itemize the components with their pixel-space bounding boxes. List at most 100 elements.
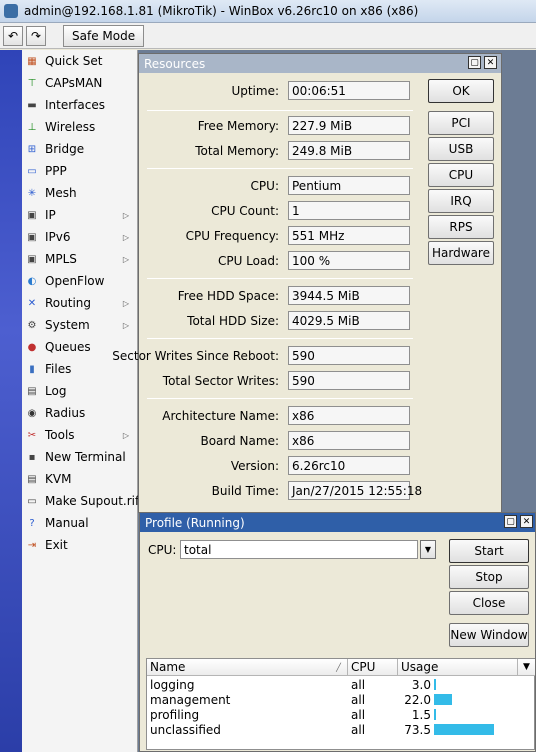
menu-item-label: CAPsMAN bbox=[45, 76, 103, 90]
uptime-field: 00:06:51 bbox=[288, 81, 410, 100]
cpu-button[interactable]: CPU bbox=[428, 163, 494, 187]
usb-button[interactable]: USB bbox=[428, 137, 494, 161]
safe-mode-button[interactable]: Safe Mode bbox=[63, 24, 145, 47]
irq-button[interactable]: IRQ bbox=[428, 189, 494, 213]
architecture-field: x86 bbox=[288, 406, 410, 425]
pci-button[interactable]: PCI bbox=[428, 111, 494, 135]
interfaces-icon: ▬ bbox=[27, 99, 37, 111]
menu-item-quick-set[interactable]: ▦ Quick Set bbox=[22, 50, 137, 72]
redo-button[interactable]: ↷ bbox=[26, 25, 46, 46]
menu-item-ppp[interactable]: ▭ PPP bbox=[22, 160, 137, 182]
total-sector-writes-field: 590 bbox=[288, 371, 410, 390]
ok-button[interactable]: OK bbox=[428, 79, 494, 103]
rps-button[interactable]: RPS bbox=[428, 215, 494, 239]
cell-usage: 73.5 bbox=[404, 722, 431, 737]
terminal-icon: ▪ bbox=[28, 451, 36, 463]
columns-menu-button[interactable]: ▼ bbox=[518, 659, 535, 676]
menu-item-ip[interactable]: ▣ IP ▷ bbox=[22, 204, 137, 226]
cpu-dropdown-button[interactable]: ▼ bbox=[420, 540, 436, 559]
chevron-down-icon: ▼ bbox=[523, 662, 530, 672]
cell-name: logging bbox=[150, 677, 195, 692]
cell-usage: 22.0 bbox=[404, 692, 431, 707]
maximize-icon: ▢ bbox=[470, 57, 479, 68]
free-hdd-field: 3944.5 MiB bbox=[288, 286, 410, 305]
cpu-select-value: total bbox=[184, 542, 212, 557]
column-header-name[interactable]: Name ╱ bbox=[147, 659, 348, 676]
menu-item-bridge[interactable]: ⊞ Bridge bbox=[22, 138, 137, 160]
maximize-button[interactable]: ▢ bbox=[504, 515, 517, 528]
cpu-label: CPU: bbox=[250, 179, 279, 193]
total-hdd-label: Total HDD Size: bbox=[187, 314, 279, 328]
new-window-button[interactable]: New Window bbox=[449, 623, 529, 647]
resources-window: Resources ▢ ✕ Uptime: 00:06:51 Free Memo… bbox=[112, 53, 502, 513]
column-name-label: Name bbox=[150, 660, 186, 674]
table-row[interactable]: logging all 3.0 bbox=[147, 677, 535, 692]
menu-item-wireless[interactable]: ⊥ Wireless bbox=[22, 116, 137, 138]
sector-writes-reboot-field: 590 bbox=[288, 346, 410, 365]
system-icon: ⚙ bbox=[27, 319, 37, 331]
usage-bar bbox=[434, 709, 436, 720]
redo-icon: ↷ bbox=[30, 28, 42, 43]
version-label: Version: bbox=[230, 459, 279, 473]
menu-item-label: KVM bbox=[45, 472, 72, 486]
undo-button[interactable]: ↶ bbox=[3, 25, 23, 46]
submenu-arrow-icon: ▷ bbox=[122, 430, 129, 440]
close-button[interactable]: ✕ bbox=[484, 56, 497, 69]
menu-item-manual[interactable]: ? Manual bbox=[22, 512, 137, 534]
menu-item-ipv6[interactable]: ▣ IPv6 ▷ bbox=[22, 226, 137, 248]
table-row[interactable]: management all 22.0 bbox=[147, 692, 535, 707]
total-sector-writes-label: Total Sector Writes: bbox=[162, 374, 279, 388]
menu-item-radius[interactable]: ◉ Radius bbox=[22, 402, 137, 424]
close-button[interactable]: ✕ bbox=[520, 515, 533, 528]
quick-set-icon: ▦ bbox=[27, 55, 37, 67]
stop-button[interactable]: Stop bbox=[449, 565, 529, 589]
free-memory-field: 227.9 MiB bbox=[288, 116, 410, 135]
menu-item-mesh[interactable]: ✳ Mesh bbox=[22, 182, 137, 204]
menu-item-kvm[interactable]: ▤ KVM bbox=[22, 468, 137, 490]
submenu-arrow-icon: ▷ bbox=[122, 254, 129, 264]
cell-cpu: all bbox=[351, 707, 366, 722]
openflow-icon: ◐ bbox=[27, 275, 37, 287]
cpu-count-label: CPU Count: bbox=[211, 204, 279, 218]
menu-item-mpls[interactable]: ▣ MPLS ▷ bbox=[22, 248, 137, 270]
table-row[interactable]: profiling all 1.5 bbox=[147, 707, 535, 722]
menu-item-label: Make Supout.rif bbox=[45, 494, 140, 508]
menu-item-tools[interactable]: ✂ Tools ▷ bbox=[22, 424, 137, 446]
separator bbox=[147, 110, 413, 111]
menu-item-make-supout-rif[interactable]: ▭ Make Supout.rif bbox=[22, 490, 140, 512]
ipv6-icon: ▣ bbox=[27, 231, 37, 243]
maximize-button[interactable]: ▢ bbox=[468, 56, 481, 69]
window-title-bar: admin@192.168.1.81 (MikroTik) - WinBox v… bbox=[0, 0, 536, 23]
close-icon: ✕ bbox=[486, 57, 495, 68]
menu-item-openflow[interactable]: ◐ OpenFlow bbox=[22, 270, 137, 292]
build-time-field: Jan/27/2015 12:55:18 bbox=[288, 481, 422, 500]
column-header-usage[interactable]: Usage bbox=[398, 659, 518, 676]
manual-icon: ? bbox=[29, 517, 35, 529]
hardware-button[interactable]: Hardware bbox=[428, 241, 494, 265]
menu-item-log[interactable]: ▤ Log bbox=[22, 380, 137, 402]
cpu-select[interactable]: total bbox=[180, 540, 418, 559]
close-window-button[interactable]: Close bbox=[449, 591, 529, 615]
menu-item-routing[interactable]: ✕ Routing ▷ bbox=[22, 292, 137, 314]
menu-item-new-terminal[interactable]: ▪ New Terminal bbox=[22, 446, 137, 468]
separator bbox=[147, 398, 413, 399]
routeros-side-strip bbox=[0, 50, 22, 752]
free-hdd-label: Free HDD Space: bbox=[177, 289, 279, 303]
start-button[interactable]: Start bbox=[449, 539, 529, 563]
menu-item-label: Mesh bbox=[45, 186, 77, 200]
table-row[interactable]: unclassified all 73.5 bbox=[147, 722, 535, 737]
menu-item-interfaces[interactable]: ▬ Interfaces bbox=[22, 94, 137, 116]
separator bbox=[147, 168, 413, 169]
menu-item-capsman[interactable]: ⊤ CAPsMAN bbox=[22, 72, 137, 94]
menu-item-exit[interactable]: ⇥ Exit bbox=[22, 534, 137, 556]
cell-name: management bbox=[150, 692, 231, 707]
sector-writes-reboot-label: Sector Writes Since Reboot: bbox=[112, 349, 279, 363]
column-header-cpu[interactable]: CPU bbox=[348, 659, 398, 676]
menu-item-label: PPP bbox=[45, 164, 67, 178]
submenu-arrow-icon: ▷ bbox=[122, 210, 129, 220]
cpu-frequency-field: 551 MHz bbox=[288, 226, 410, 245]
profile-title-bar[interactable]: Profile (Running) ▢ ✕ bbox=[140, 513, 535, 532]
cpu-load-field: 100 % bbox=[288, 251, 410, 270]
resources-title-bar[interactable]: Resources ▢ ✕ bbox=[139, 54, 501, 73]
menu-item-system[interactable]: ⚙ System ▷ bbox=[22, 314, 137, 336]
